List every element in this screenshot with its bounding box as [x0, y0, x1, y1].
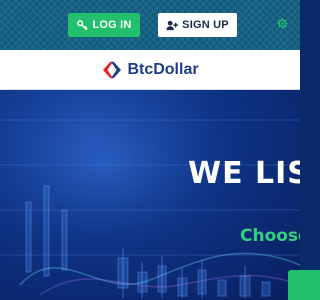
signup-button[interactable]: SIGN UP: [158, 13, 237, 37]
key-icon: [76, 19, 88, 31]
gear-icon[interactable]: [276, 17, 288, 29]
hero-cta-button[interactable]: [288, 270, 320, 300]
brand-name: BtcDollar: [127, 60, 199, 78]
brand-logo[interactable]: BtcDollar: [101, 60, 199, 79]
hero-title: WE LIST: [188, 156, 300, 191]
signup-label: SIGN UP: [182, 19, 229, 31]
carrefour-style-logo: [103, 61, 122, 78]
hero-chart-background: [0, 90, 300, 300]
logo-bar: BtcDollar: [0, 50, 300, 90]
user-plus-icon: [166, 19, 179, 31]
login-button[interactable]: LOG IN: [68, 13, 140, 37]
hero-section: WE LIST Choose: [0, 90, 300, 300]
top-bar: LOG IN SIGN UP: [0, 0, 300, 50]
hero-subtitle: Choose: [240, 226, 300, 246]
login-label: LOG IN: [92, 19, 132, 31]
